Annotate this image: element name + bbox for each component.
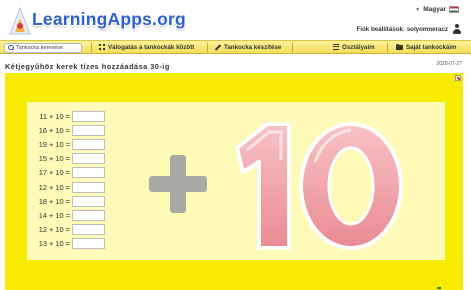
exercise-row: 17 + 10 = <box>36 167 105 179</box>
exercise-expression: 12 + 10 = <box>38 225 70 235</box>
exercise-expression: 19 + 10 = <box>38 139 70 149</box>
answer-input[interactable] <box>72 181 105 193</box>
nav-item-classes[interactable]: Osztályaim <box>333 41 375 53</box>
nav-divider <box>207 43 208 52</box>
exercise-row: 19 + 10 = <box>36 138 105 150</box>
nav-item-browse[interactable]: Válogatás a tankockák között <box>99 41 194 53</box>
nav-item-create[interactable]: Tankocka készítése <box>215 41 281 53</box>
exercise-row: 12 + 10 = <box>36 224 105 236</box>
answer-input[interactable] <box>72 238 105 250</box>
exercise-expression: 18 + 10 = <box>38 196 70 206</box>
exercise-row: 11 + 10 = <box>36 110 105 122</box>
logo-mark-icon <box>9 6 31 35</box>
nav-item-my-apps[interactable]: Saját tankockáim <box>396 41 457 53</box>
exercise-row: 14 + 10 = <box>36 209 105 221</box>
page-date: 2020-07-27 <box>436 61 462 67</box>
account-settings[interactable]: Fiók beállítások: solyomneracz <box>357 24 461 34</box>
answer-input[interactable] <box>72 167 105 179</box>
answer-input[interactable] <box>72 195 105 207</box>
answer-input[interactable] <box>72 209 105 221</box>
exercise-panel: 11 + 10 = 16 + 10 = 19 + 10 = 15 + 10 = 17 +… <box>27 102 445 260</box>
dropdown-arrow-icon: ▼ <box>415 6 421 13</box>
answer-input[interactable] <box>72 138 105 150</box>
search-icon[interactable] <box>8 44 14 51</box>
exercise-row: 16 + 10 = <box>36 124 105 136</box>
hungarian-flag-icon <box>449 6 459 13</box>
fullscreen-icon[interactable] <box>455 75 461 81</box>
status-indicator <box>437 287 441 289</box>
list-icon <box>333 44 339 50</box>
exercise-expression: 11 + 10 = <box>39 111 70 121</box>
folder-icon <box>396 43 403 50</box>
plus-ten-graphic <box>149 122 403 250</box>
exercise-row: 12 + 10 = <box>36 181 105 193</box>
user-icon <box>452 24 461 34</box>
pencil-icon <box>215 44 221 50</box>
answer-input[interactable] <box>72 153 105 165</box>
nav-item-label: Osztályaim <box>342 43 375 51</box>
answer-input[interactable] <box>72 224 105 236</box>
answer-input[interactable] <box>72 124 105 136</box>
exercise-expression: 16 + 10 = <box>38 125 70 135</box>
nav-divider <box>387 43 388 52</box>
app-frame: 11 + 10 = 16 + 10 = 19 + 10 = 15 + 10 = 17 +… <box>5 73 463 290</box>
exercise-expression: 12 + 10 = <box>38 182 70 192</box>
nav-divider <box>292 43 293 52</box>
title-row: Kétjegyűhöz kerek tízes hozzáadása 30-ig… <box>0 57 471 73</box>
page-title: Kétjegyűhöz kerek tízes hozzáadása 30-ig <box>5 62 170 71</box>
brand-name: LearningApps.org <box>32 9 186 29</box>
exercise-expression: 17 + 10 = <box>38 168 70 178</box>
nav-item-label: Válogatás a tankockák között <box>108 43 195 51</box>
search-input[interactable] <box>16 43 78 52</box>
exercise-expression: 14 + 10 = <box>38 210 70 220</box>
nav-divider <box>91 43 92 52</box>
grid-icon <box>99 44 105 50</box>
search-box <box>4 42 82 53</box>
nav-item-label: Saját tankockáim <box>406 43 457 51</box>
site-header: LearningApps.org ▼ Magyar Fiók beállítás… <box>0 0 471 40</box>
exercise-row: 18 + 10 = <box>36 195 105 207</box>
main-navbar: Válogatás a tankockák között Tankocka ké… <box>0 40 471 54</box>
exercise-expression: 15 + 10 = <box>38 154 70 164</box>
exercise-row: 13 + 10 = <box>36 238 105 250</box>
exercise-row: 15 + 10 = <box>36 153 105 165</box>
exercise-expression: 13 + 10 = <box>38 239 70 249</box>
logo[interactable]: LearningApps.org <box>6 4 186 38</box>
language-label: Magyar <box>423 6 446 13</box>
account-label: Fiók beállítások: solyomneracz <box>356 25 448 33</box>
answer-input[interactable] <box>72 110 105 122</box>
language-selector[interactable]: ▼ Magyar <box>415 6 459 13</box>
nav-item-label: Tankocka készítése <box>224 43 282 51</box>
